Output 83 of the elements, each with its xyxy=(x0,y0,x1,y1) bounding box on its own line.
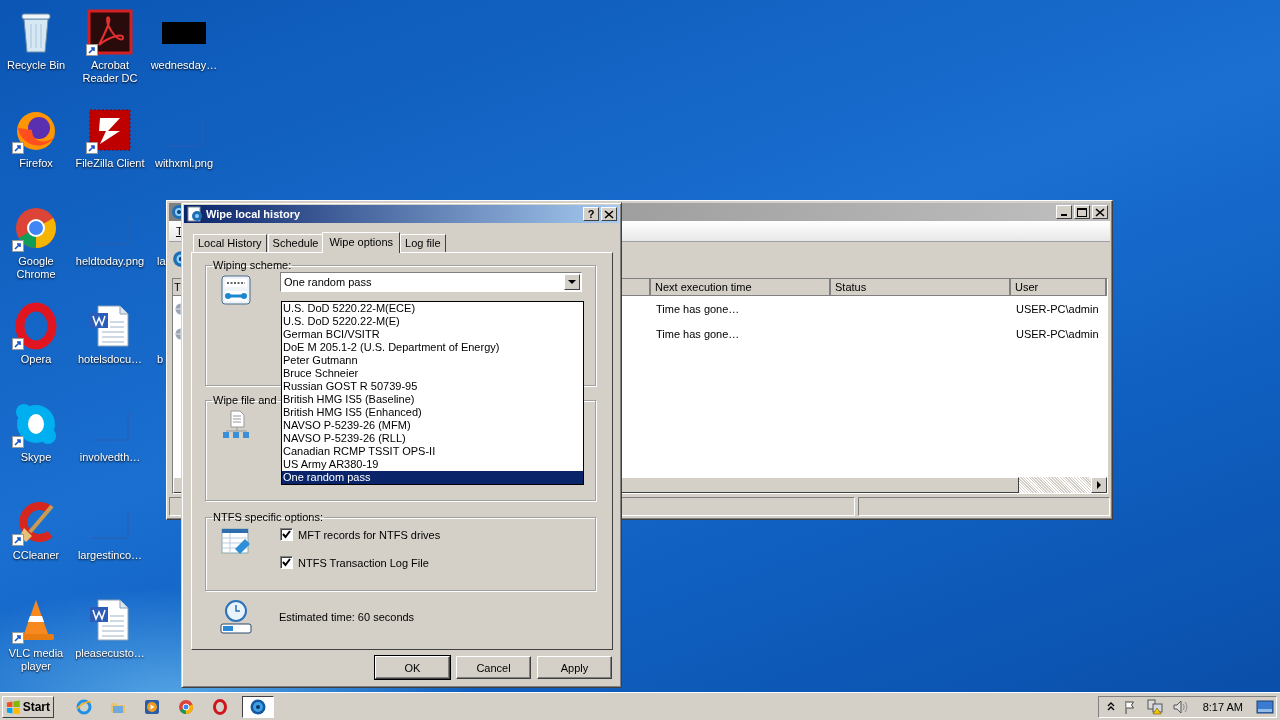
close-button[interactable] xyxy=(601,207,617,221)
column-header[interactable]: Next execution time xyxy=(651,279,831,296)
desktop-shortcut[interactable]: Skype xyxy=(0,400,73,464)
table-cell-text: USER-PC\admin xyxy=(1015,302,1100,315)
caret-icon xyxy=(568,279,576,285)
close-button[interactable] xyxy=(1092,205,1108,219)
desktop-shortcut[interactable]: involvedth… xyxy=(73,400,147,464)
list-option[interactable]: Canadian RCMP TSSIT OPS-II xyxy=(282,445,583,458)
tab[interactable]: Log file xyxy=(400,234,446,252)
tab[interactable]: Schedule xyxy=(267,234,324,252)
column-header[interactable]: User xyxy=(1011,279,1107,296)
close-icon xyxy=(602,207,616,221)
desktop-shortcut[interactable]: Opera xyxy=(0,302,73,366)
column-header[interactable]: Status xyxy=(831,279,1011,296)
minimize-icon xyxy=(1061,214,1067,216)
desktop-shortcut[interactable]: FileZilla Client xyxy=(73,106,147,170)
desktop-shortcut[interactable]: heldtoday.png xyxy=(73,204,147,268)
list-option[interactable]: British HMG IS5 (Enhanced) xyxy=(282,406,583,419)
clock[interactable]: 8:17 AM xyxy=(1202,700,1243,713)
dialog-button[interactable]: Cancel xyxy=(456,656,531,679)
dialog-button[interactable]: OK xyxy=(375,656,450,679)
file-tree-icon xyxy=(221,410,251,440)
list-option[interactable]: DoE M 205.1-2 (U.S. Department of Energy) xyxy=(282,341,583,354)
checkbox[interactable]: NTFS Transaction Log File xyxy=(280,556,441,569)
desktop-shortcut[interactable]: withxml.png xyxy=(147,106,221,170)
table-cell-text: Time has gone… xyxy=(655,302,741,315)
binary-wrench-icon xyxy=(221,275,251,305)
desktop-shortcut[interactable]: CCleaner xyxy=(0,498,73,562)
close-icon xyxy=(1093,205,1107,219)
arrow-right-icon xyxy=(1095,481,1103,489)
chevron-up-icon xyxy=(1106,701,1115,712)
list-option[interactable]: U.S. DoD 5220.22-M(E) xyxy=(282,315,583,328)
desktop-shortcut[interactable]: hotelsdocu… xyxy=(73,302,147,366)
taskbar-window-button[interactable] xyxy=(242,695,274,718)
list-option[interactable]: Peter Gutmann xyxy=(282,354,583,367)
table-cell-text: USER-PC\admin xyxy=(1015,327,1100,340)
estimate-text: Estimated time: 60 seconds xyxy=(279,611,415,623)
dropdown[interactable]: One random pass xyxy=(280,272,582,292)
list-option[interactable]: US Army AR380-19 xyxy=(282,458,583,471)
gear-icon xyxy=(250,698,266,715)
checkbox[interactable]: MFT records for NTFS drives xyxy=(280,528,441,541)
tab[interactable]: Wipe options xyxy=(322,232,401,253)
desktop-shortcut[interactable]: Google Chrome xyxy=(0,204,73,281)
list-option[interactable]: Bruce Schneier xyxy=(282,367,583,380)
play-icon xyxy=(144,698,160,715)
desktop-shortcut[interactable]: largestinco… xyxy=(73,498,147,562)
desktop-shortcut[interactable]: Firefox xyxy=(0,106,73,170)
list-option[interactable]: NAVSO P-5239-26 (RLL) xyxy=(282,432,583,445)
desktop-shortcut[interactable]: Acrobat Reader DC xyxy=(73,8,147,85)
check-icon xyxy=(282,558,291,567)
maximize-button[interactable] xyxy=(1074,205,1090,219)
check-icon xyxy=(282,530,291,539)
list-option[interactable]: One random pass xyxy=(282,471,583,484)
browser-icon xyxy=(212,698,228,715)
group-label: NTFS specific options: xyxy=(212,511,325,523)
speaker-icon xyxy=(1171,698,1188,715)
list-option[interactable]: U.S. DoD 5220.22-M(ECE) xyxy=(282,302,583,315)
dialog-button[interactable]: Apply xyxy=(537,656,612,679)
show-desktop-icon xyxy=(1256,698,1274,715)
group-label: Wipe file and xyxy=(212,394,278,406)
list-option[interactable]: German BCI/VSITR xyxy=(282,328,583,341)
app-icon xyxy=(187,206,203,222)
list-option[interactable]: Russian GOST R 50739-95 xyxy=(282,380,583,393)
table-icon xyxy=(221,527,251,557)
timer-icon xyxy=(220,600,252,634)
list-option[interactable]: NAVSO P-5239-26 (MFM) xyxy=(282,419,583,432)
browser-icon xyxy=(76,698,92,715)
desktop-shortcut[interactable]: Recycle Bin xyxy=(0,8,73,72)
network-warning-icon xyxy=(1146,698,1163,715)
tab[interactable]: Local History xyxy=(193,234,267,252)
window-title: Wipe local history xyxy=(206,208,301,220)
help-button[interactable]: ? xyxy=(583,207,599,221)
desktop-shortcut[interactable]: VLC media player xyxy=(0,596,73,673)
browser-icon xyxy=(178,698,194,715)
minimize-button[interactable] xyxy=(1056,205,1072,219)
desktop-shortcut[interactable]: pleasecusto… xyxy=(73,596,147,660)
windows-logo-icon xyxy=(6,698,21,715)
table-cell-text: Time has gone… xyxy=(655,327,741,340)
desktop-shortcut[interactable]: wednesday… xyxy=(147,8,221,72)
document-app-icon xyxy=(86,8,134,56)
group-label: Wiping scheme: xyxy=(212,259,293,271)
start-button[interactable]: Start xyxy=(2,695,54,718)
list-option[interactable]: British HMG IS5 (Baseline) xyxy=(282,393,583,406)
